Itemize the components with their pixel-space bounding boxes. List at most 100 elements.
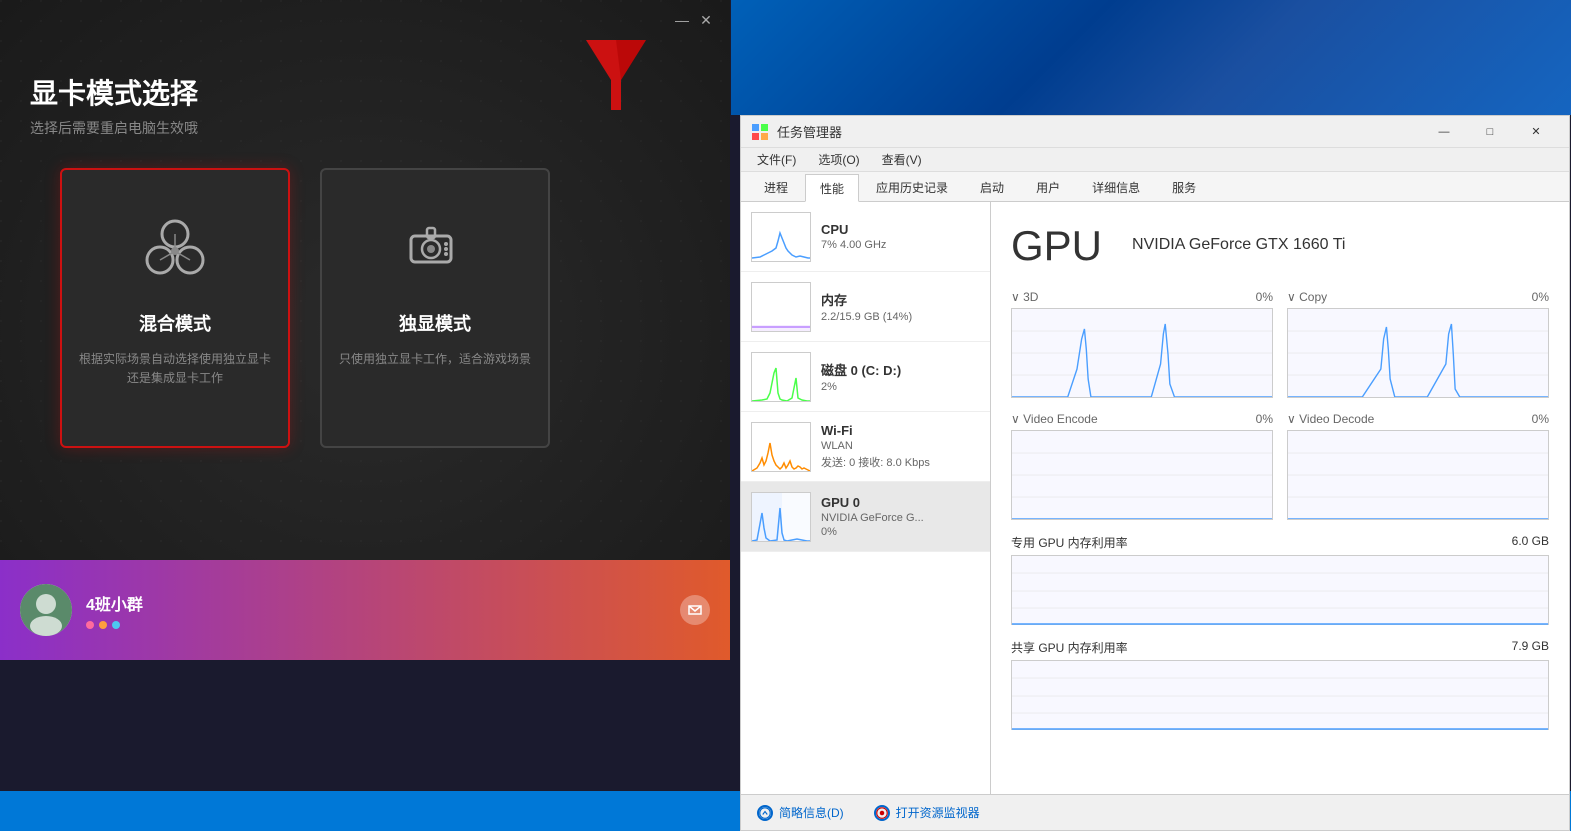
menu-options[interactable]: 选项(O) bbox=[810, 149, 867, 170]
task-manager-icon bbox=[751, 123, 769, 141]
footer-btn-resource-monitor[interactable]: 打开资源监视器 bbox=[874, 804, 980, 821]
tm-sidebar: CPU 7% 4.00 GHz 内存 2.2/15.9 GB (14%) bbox=[741, 202, 991, 794]
discrete-mode-card[interactable]: 独显模式 只使用独立显卡工作，适合游戏场景 bbox=[320, 168, 550, 448]
tab-processes[interactable]: 进程 bbox=[749, 173, 803, 201]
gpu-label: GPU 0 bbox=[821, 495, 980, 510]
tm-tabs: 进程 性能 应用历史记录 启动 用户 详细信息 服务 bbox=[741, 172, 1569, 202]
ram-info: 内存 2.2/15.9 GB (14%) bbox=[821, 290, 980, 323]
disk-detail: 2% bbox=[821, 381, 980, 393]
wifi-detail-line2: 发送: 0 接收: 8.0 Kbps bbox=[821, 454, 980, 470]
dedicated-memory-chart bbox=[1011, 555, 1549, 625]
mixed-mode-desc: 根据实际场景自动选择使用独立显卡还是集成显卡工作 bbox=[62, 350, 288, 388]
ram-mini-graph bbox=[752, 283, 811, 332]
chart-3d-svg bbox=[1012, 309, 1272, 398]
chart-decode-label: ∨ Video Decode 0% bbox=[1287, 412, 1549, 426]
disk-info: 磁盘 0 (C: D:) 2% bbox=[821, 360, 980, 393]
blue-header-bar bbox=[731, 0, 1571, 115]
chart-encode-box bbox=[1011, 430, 1273, 520]
chart-3d-title: ∨ 3D bbox=[1011, 290, 1038, 304]
shared-memory-title: 共享 GPU 内存利用率 bbox=[1011, 639, 1128, 656]
cpu-info: CPU 7% 4.00 GHz bbox=[821, 222, 980, 251]
discrete-mode-desc: 只使用独立显卡工作，适合游戏场景 bbox=[323, 350, 547, 369]
wifi-detail-line1: WLAN bbox=[821, 440, 980, 452]
menu-file[interactable]: 文件(F) bbox=[749, 149, 804, 170]
tm-maximize-button[interactable]: □ bbox=[1467, 116, 1513, 148]
dedicated-memory-title: 专用 GPU 内存利用率 bbox=[1011, 534, 1128, 551]
page-title: 显卡模式选择 bbox=[30, 72, 198, 112]
tm-footer: 简略信息(D) 打开资源监视器 bbox=[741, 794, 1569, 830]
menu-view[interactable]: 查看(V) bbox=[874, 149, 930, 170]
cpu-mini-graph bbox=[752, 213, 811, 262]
wifi-mini-graph bbox=[752, 423, 811, 472]
tab-details[interactable]: 详细信息 bbox=[1077, 173, 1155, 201]
sidebar-item-disk[interactable]: 磁盘 0 (C: D:) 2% bbox=[741, 342, 990, 412]
sidebar-item-gpu[interactable]: GPU 0 NVIDIA GeForce G... 0% bbox=[741, 482, 990, 552]
logo-area bbox=[576, 30, 656, 125]
resource-monitor-icon bbox=[874, 805, 890, 821]
chart-copy: ∨ Copy 0% bbox=[1287, 290, 1549, 398]
tab-startup[interactable]: 启动 bbox=[965, 173, 1019, 201]
y-logo-icon bbox=[576, 30, 656, 120]
mixed-mode-card[interactable]: 混合模式 根据实际场景自动选择使用独立显卡还是集成显卡工作 bbox=[60, 168, 290, 448]
chart-copy-value: 0% bbox=[1532, 290, 1549, 304]
close-button[interactable]: ✕ bbox=[696, 10, 716, 30]
chart-copy-svg bbox=[1288, 309, 1548, 398]
footer-btn-summary[interactable]: 简略信息(D) bbox=[757, 804, 844, 821]
chart-3d: ∨ 3D 0% bbox=[1011, 290, 1273, 398]
gpu-mini-graph bbox=[752, 493, 811, 542]
chat-action-button[interactable] bbox=[680, 595, 710, 625]
tab-services[interactable]: 服务 bbox=[1157, 173, 1211, 201]
dedicated-memory-svg bbox=[1012, 556, 1548, 626]
gpu-detail-line1: NVIDIA GeForce G... bbox=[821, 512, 980, 524]
chart-encode-title: ∨ Video Encode bbox=[1011, 412, 1098, 426]
tab-performance[interactable]: 性能 bbox=[805, 174, 859, 202]
chart-3d-box bbox=[1011, 308, 1273, 398]
tab-app-history[interactable]: 应用历史记录 bbox=[861, 173, 963, 201]
shared-memory-svg bbox=[1012, 661, 1548, 731]
gpu-mode-window: — ✕ 显卡模式选择 选择后需要重启电脑生效哦 bbox=[0, 0, 730, 660]
chart-copy-box bbox=[1287, 308, 1549, 398]
tab-users[interactable]: 用户 bbox=[1021, 173, 1075, 201]
chart-video-decode: ∨ Video Decode 0% bbox=[1287, 412, 1549, 520]
tm-body: CPU 7% 4.00 GHz 内存 2.2/15.9 GB (14%) bbox=[741, 202, 1569, 794]
cpu-label: CPU bbox=[821, 222, 980, 237]
shared-memory-label: 共享 GPU 内存利用率 7.9 GB bbox=[1011, 639, 1549, 656]
mixed-mode-name: 混合模式 bbox=[139, 310, 211, 336]
disk-mini-graph bbox=[752, 353, 811, 402]
chart-3d-label: ∨ 3D 0% bbox=[1011, 290, 1273, 304]
mixed-icon-svg bbox=[139, 214, 211, 286]
gpu-detail-line2: 0% bbox=[821, 526, 980, 538]
shared-memory-chart bbox=[1011, 660, 1549, 730]
resource-monitor-label: 打开资源监视器 bbox=[896, 804, 980, 821]
chat-bar[interactable]: 4班小群 bbox=[0, 560, 730, 660]
chart-3d-value: 0% bbox=[1256, 290, 1273, 304]
discrete-mode-name: 独显模式 bbox=[399, 310, 471, 336]
dedicated-memory-value: 6.0 GB bbox=[1512, 534, 1549, 551]
wifi-label: Wi-Fi bbox=[821, 423, 980, 438]
resource-icon bbox=[876, 805, 888, 821]
chart-encode-value: 0% bbox=[1256, 412, 1273, 426]
cpu-graph bbox=[751, 212, 811, 262]
chart-decode-svg bbox=[1288, 431, 1548, 520]
task-manager-window: 任务管理器 — □ ✕ 文件(F) 选项(O) 查看(V) 进程 性能 应用历史… bbox=[740, 115, 1570, 831]
tm-titlebar: 任务管理器 — □ ✕ bbox=[741, 116, 1569, 148]
gpu-header: GPU NVIDIA GeForce GTX 1660 Ti bbox=[1011, 222, 1549, 270]
summary-chevron-icon bbox=[759, 805, 771, 821]
mode-cards-container: 混合模式 根据实际场景自动选择使用独立显卡还是集成显卡工作 bbox=[60, 168, 550, 448]
wifi-graph bbox=[751, 422, 811, 472]
dot-1 bbox=[86, 621, 94, 629]
tm-close-button[interactable]: ✕ bbox=[1513, 116, 1559, 148]
tm-title-text: 任务管理器 bbox=[777, 122, 1421, 141]
chart-encode-svg bbox=[1012, 431, 1272, 520]
chart-decode-box bbox=[1287, 430, 1549, 520]
cpu-detail: 7% 4.00 GHz bbox=[821, 239, 980, 251]
sidebar-item-wifi[interactable]: Wi-Fi WLAN 发送: 0 接收: 8.0 Kbps bbox=[741, 412, 990, 482]
discrete-icon-svg bbox=[399, 214, 471, 286]
tm-minimize-button[interactable]: — bbox=[1421, 116, 1467, 148]
disk-graph bbox=[751, 352, 811, 402]
chart-decode-value: 0% bbox=[1532, 412, 1549, 426]
sidebar-item-ram[interactable]: 内存 2.2/15.9 GB (14%) bbox=[741, 272, 990, 342]
minimize-button[interactable]: — bbox=[672, 10, 692, 30]
wifi-info: Wi-Fi WLAN 发送: 0 接收: 8.0 Kbps bbox=[821, 423, 980, 470]
sidebar-item-cpu[interactable]: CPU 7% 4.00 GHz bbox=[741, 202, 990, 272]
